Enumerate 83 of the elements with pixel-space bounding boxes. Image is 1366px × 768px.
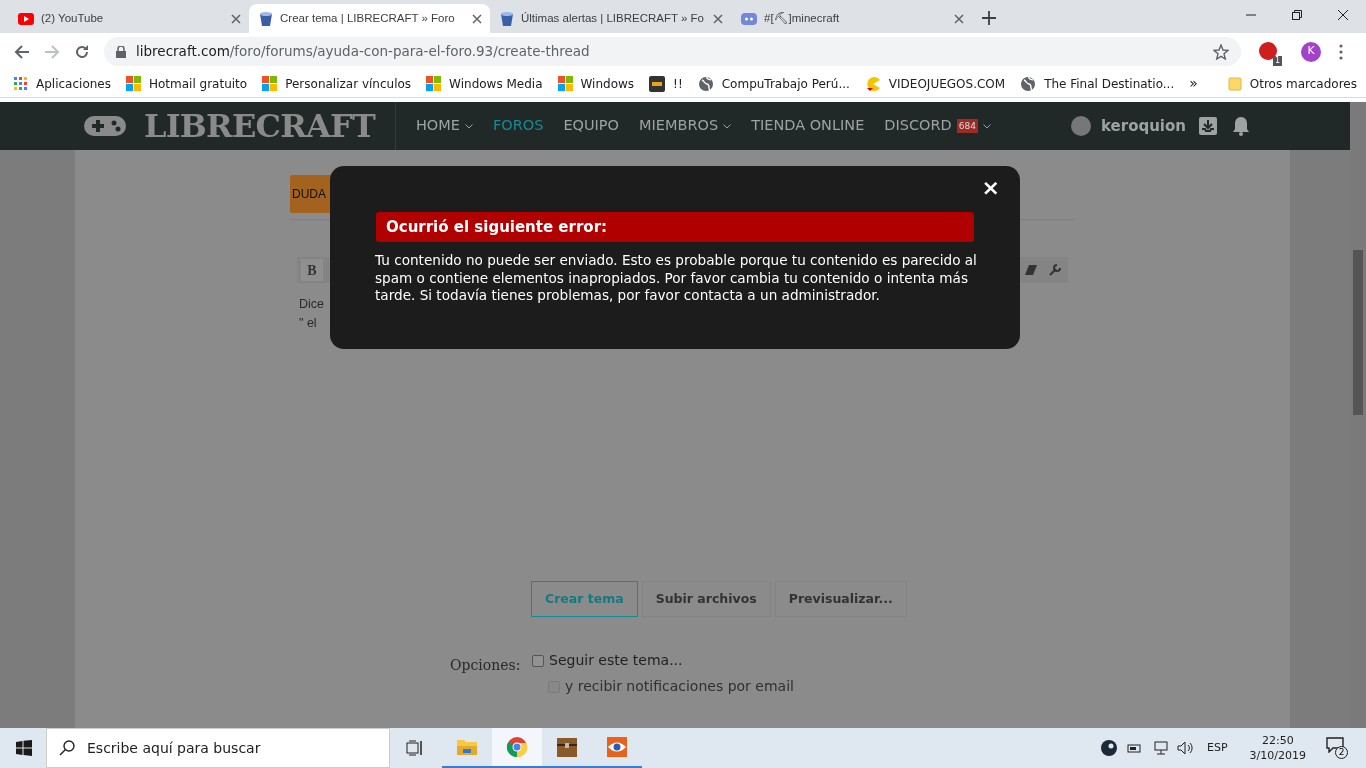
square-icon: [649, 75, 666, 92]
nav-link[interactable]: TIENDA ONLINE: [751, 115, 865, 137]
network-icon[interactable]: [1153, 741, 1169, 755]
close-button[interactable]: ×: [981, 175, 1000, 201]
nav-link[interactable]: MIEMBROS: [639, 115, 732, 137]
user-avatar[interactable]: [1071, 116, 1091, 136]
search-icon: [59, 740, 75, 756]
bookmark-link[interactable]: The Final Destinatio...: [1044, 74, 1175, 93]
bookmark-link[interactable]: Aplicaciones: [36, 74, 111, 93]
new-tab-icon[interactable]: [982, 11, 996, 25]
battery-icon[interactable]: [1127, 742, 1143, 754]
address-bar[interactable]: librecraft.com/foro/forums/ayuda-con-para-el-foro.93/create-thread: [104, 37, 1241, 66]
form-button[interactable]: Subir archivos: [641, 581, 771, 617]
task-view-icon[interactable]: [406, 740, 424, 756]
taskbar-button[interactable]: [492, 728, 542, 768]
form-button[interactable]: Previsualizar...: [774, 581, 907, 617]
bell-icon[interactable]: [1232, 116, 1250, 136]
extension-badge: 1: [1272, 55, 1282, 66]
browser-tab[interactable]: Últimas alertas | LIBRECRAFT » Fo: [490, 4, 731, 33]
menu-icon[interactable]: [1339, 43, 1343, 60]
back-icon[interactable]: [14, 43, 30, 60]
chest-icon: [556, 736, 578, 758]
folder-icon: [1227, 76, 1242, 91]
four-squares-icon: [125, 76, 141, 91]
bucket-icon: [500, 10, 514, 27]
gamepad-icon: [84, 114, 126, 138]
close-icon[interactable]: [1338, 10, 1348, 20]
language-indicator[interactable]: ESP: [1207, 739, 1228, 757]
wrench-icon[interactable]: [1048, 263, 1062, 277]
browser-tab[interactable]: Crear tema | LIBRECRAFT » Foro: [249, 4, 490, 33]
four-squares-icon: [557, 76, 573, 91]
taskbar-search-field[interactable]: Escribe aquí para buscar: [46, 728, 390, 768]
checkbox[interactable]: [532, 654, 544, 667]
url-text: librecraft.com/foro/forums/ayuda-con-para-el-foro.93/create-thread: [136, 42, 590, 62]
chrome-icon: [506, 736, 528, 758]
profile-avatar[interactable]: K: [1301, 41, 1321, 62]
site-logo[interactable]: LIBRECRAFT: [144, 102, 375, 150]
error-message: Tu contenido no puede ser enviado. Esto es probable porque tu contenido es parecido al spam o contiene elementos inapropiados. Por favor cambia tu contenido o intenta más tarde. Si todavía tienes problemas, por favor contacta a un administrador.: [375, 252, 978, 305]
reload-icon[interactable]: [74, 43, 90, 60]
steam-icon[interactable]: [1101, 740, 1117, 756]
overflow-button[interactable]: »: [1189, 73, 1198, 94]
scrollbar-thumb[interactable]: [1353, 250, 1363, 415]
controller-icon: [741, 12, 757, 25]
globe-icon: [697, 75, 714, 92]
bookmark-link[interactable]: Windows Media: [449, 74, 543, 93]
error-header: Ocurrió el siguiente error:: [376, 212, 974, 242]
bookmark-link[interactable]: !!: [673, 74, 683, 93]
bucket-icon: [259, 10, 273, 27]
nav-link[interactable]: DISCORD 684: [884, 115, 991, 137]
browser-tab[interactable]: #[⛏]minecraft: [731, 4, 972, 33]
checkbox-label: Seguir este tema...: [549, 651, 683, 670]
apps-icon: [14, 76, 28, 91]
speaker-icon[interactable]: [1177, 741, 1193, 755]
restore-icon[interactable]: [1292, 10, 1302, 20]
browser-tab[interactable]: (2) YouTube: [8, 4, 249, 33]
format-button[interactable]: B: [301, 259, 323, 281]
options-label: Opciones:: [450, 656, 522, 675]
pacman-icon: [864, 75, 881, 92]
inbox-icon[interactable]: [1198, 116, 1218, 136]
user-name[interactable]: keroquion: [1101, 114, 1186, 138]
nav-link[interactable]: EQUIPO: [563, 115, 619, 137]
close-icon[interactable]: [472, 13, 482, 24]
four-squares-icon: [426, 76, 442, 91]
bookmark-link[interactable]: CompuTrabajo Perú...: [721, 74, 850, 93]
clock-date[interactable]: 3/10/2019: [1249, 748, 1306, 763]
bookmark-folder[interactable]: Otros marcadores: [1249, 74, 1357, 93]
eye-icon: [606, 736, 628, 758]
star-icon[interactable]: [1213, 43, 1229, 60]
clock-time[interactable]: 22:50: [1261, 733, 1294, 748]
nav-link[interactable]: FOROS: [492, 115, 544, 137]
folder-icon: [456, 737, 478, 757]
windows-start-icon[interactable]: [16, 740, 32, 756]
lock-icon: [116, 45, 126, 58]
globe-icon: [1020, 75, 1037, 92]
bookmark-link[interactable]: VIDEOJUEGOS.COM: [888, 74, 1006, 93]
bookmark-link[interactable]: Windows: [580, 74, 635, 93]
play-icon: [18, 12, 34, 25]
four-squares-icon: [262, 76, 278, 91]
eraser-icon[interactable]: [1024, 264, 1038, 276]
checkbox-label: y recibir notificaciones por email: [565, 677, 794, 696]
bookmark-link[interactable]: Personalizar vínculos: [285, 74, 412, 93]
bookmark-link[interactable]: Hotmail gratuito: [148, 74, 248, 93]
nav-link[interactable]: HOME: [415, 115, 473, 137]
